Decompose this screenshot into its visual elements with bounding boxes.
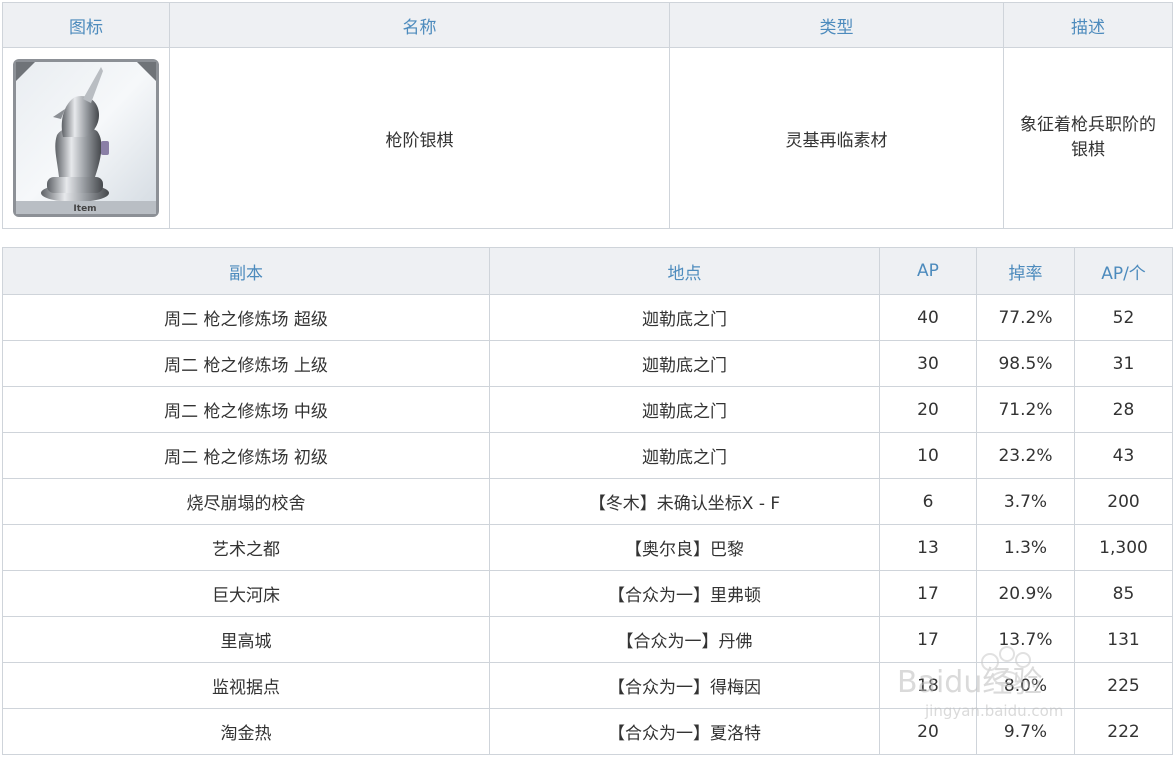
header-type: 类型 bbox=[669, 2, 1004, 48]
ap-per-item: 43 bbox=[1074, 432, 1173, 479]
item-icon-label: Item bbox=[73, 204, 96, 214]
silver-lancer-piece-icon: Item bbox=[13, 59, 159, 217]
quest-name: 周二 枪之修炼场 上级 bbox=[2, 340, 490, 387]
quest-name: 监视据点 bbox=[2, 662, 490, 709]
quest-name: 里高城 bbox=[2, 616, 490, 663]
item-type: 灵基再临素材 bbox=[669, 47, 1004, 229]
drop-rate: 9.7% bbox=[976, 708, 1075, 755]
item-description: 象征着枪兵职阶的银棋 bbox=[1020, 115, 1156, 160]
ap-per-item: 222 bbox=[1074, 708, 1173, 755]
header-ap-per-item: AP/个 bbox=[1074, 247, 1173, 295]
location: 【合众为一】夏洛特 bbox=[489, 708, 880, 755]
ap: 20 bbox=[879, 386, 977, 433]
drop-table-header-row: 副本 地点 AP 掉率 AP/个 bbox=[2, 247, 1173, 295]
ap: 6 bbox=[879, 478, 977, 525]
ap-per-item: 28 bbox=[1074, 386, 1173, 433]
item-info-table: 图标 名称 类型 描述 Item 枪阶银棋 灵基再临素材 象征着枪兵职阶的银棋 bbox=[2, 2, 1173, 229]
ap-per-item: 1,300 bbox=[1074, 524, 1173, 571]
drop-rate: 1.3% bbox=[976, 524, 1075, 571]
table-row: 周二 枪之修炼场 初级 迦勒底之门 10 23.2% 43 bbox=[2, 432, 1173, 479]
ap: 10 bbox=[879, 432, 977, 479]
location: 【奥尔良】巴黎 bbox=[489, 524, 880, 571]
table-row: 周二 枪之修炼场 上级 迦勒底之门 30 98.5% 31 bbox=[2, 340, 1173, 387]
ap-per-item: 31 bbox=[1074, 340, 1173, 387]
quest-name: 淘金热 bbox=[2, 708, 490, 755]
ap: 18 bbox=[879, 662, 977, 709]
quest-name: 艺术之都 bbox=[2, 524, 490, 571]
item-row: Item 枪阶银棋 灵基再临素材 象征着枪兵职阶的银棋 bbox=[2, 47, 1173, 229]
ap: 13 bbox=[879, 524, 977, 571]
quest-name: 周二 枪之修炼场 初级 bbox=[2, 432, 490, 479]
ap: 40 bbox=[879, 294, 977, 341]
drop-rate: 71.2% bbox=[976, 386, 1075, 433]
drop-rate: 20.9% bbox=[976, 570, 1075, 617]
table-row: 巨大河床 【合众为一】里弗顿 17 20.9% 85 bbox=[2, 570, 1173, 617]
drop-location-table: 副本 地点 AP 掉率 AP/个 周二 枪之修炼场 超级 迦勒底之门 40 77.2%… bbox=[2, 247, 1173, 755]
table-row: 监视据点 【合众为一】得梅因 18 8.0% 225 bbox=[2, 662, 1173, 709]
table-row: 艺术之都 【奥尔良】巴黎 13 1.3% 1,300 bbox=[2, 524, 1173, 571]
drop-rate: 23.2% bbox=[976, 432, 1075, 479]
table-row: 周二 枪之修炼场 超级 迦勒底之门 40 77.2% 52 bbox=[2, 294, 1173, 341]
table-row: 烧尽崩塌的校舍 【冬木】未确认坐标X - F 6 3.7% 200 bbox=[2, 478, 1173, 525]
ap-per-item: 85 bbox=[1074, 570, 1173, 617]
ap-per-item: 200 bbox=[1074, 478, 1173, 525]
ap: 17 bbox=[879, 616, 977, 663]
table-row: 里高城 【合众为一】丹佛 17 13.7% 131 bbox=[2, 616, 1173, 663]
drop-rate: 77.2% bbox=[976, 294, 1075, 341]
location: 【冬木】未确认坐标X - F bbox=[489, 478, 880, 525]
table-row: 周二 枪之修炼场 中级 迦勒底之门 20 71.2% 28 bbox=[2, 386, 1173, 433]
header-location: 地点 bbox=[489, 247, 880, 295]
drop-table-body: 周二 枪之修炼场 超级 迦勒底之门 40 77.2% 52 周二 枪之修炼场 上级 迦勒底之… bbox=[2, 294, 1173, 755]
ap-per-item: 52 bbox=[1074, 294, 1173, 341]
header-ap: AP bbox=[879, 247, 977, 295]
header-name: 名称 bbox=[169, 2, 670, 48]
quest-name: 烧尽崩塌的校舍 bbox=[2, 478, 490, 525]
quest-name: 周二 枪之修炼场 中级 bbox=[2, 386, 490, 433]
drop-rate: 3.7% bbox=[976, 478, 1075, 525]
header-description: 描述 bbox=[1003, 2, 1173, 48]
ap-per-item: 131 bbox=[1074, 616, 1173, 663]
location: 【合众为一】丹佛 bbox=[489, 616, 880, 663]
location: 迦勒底之门 bbox=[489, 340, 880, 387]
quest-name: 周二 枪之修炼场 超级 bbox=[2, 294, 490, 341]
item-table-header-row: 图标 名称 类型 描述 bbox=[2, 2, 1173, 48]
drop-rate: 13.7% bbox=[976, 616, 1075, 663]
location: 【合众为一】得梅因 bbox=[489, 662, 880, 709]
table-row: 淘金热 【合众为一】夏洛特 20 9.7% 222 bbox=[2, 708, 1173, 755]
item-icon-cell: Item bbox=[2, 47, 170, 229]
header-quest: 副本 bbox=[2, 247, 490, 295]
ap: 30 bbox=[879, 340, 977, 387]
location: 迦勒底之门 bbox=[489, 386, 880, 433]
item-description-cell: 象征着枪兵职阶的银棋 bbox=[1003, 47, 1173, 229]
ap: 17 bbox=[879, 570, 977, 617]
quest-name: 巨大河床 bbox=[2, 570, 490, 617]
drop-rate: 98.5% bbox=[976, 340, 1075, 387]
item-name: 枪阶银棋 bbox=[169, 47, 670, 229]
header-icon: 图标 bbox=[2, 2, 170, 48]
location: 迦勒底之门 bbox=[489, 294, 880, 341]
ap-per-item: 225 bbox=[1074, 662, 1173, 709]
location: 【合众为一】里弗顿 bbox=[489, 570, 880, 617]
drop-rate: 8.0% bbox=[976, 662, 1075, 709]
ap: 20 bbox=[879, 708, 977, 755]
header-drop-rate: 掉率 bbox=[976, 247, 1075, 295]
location: 迦勒底之门 bbox=[489, 432, 880, 479]
